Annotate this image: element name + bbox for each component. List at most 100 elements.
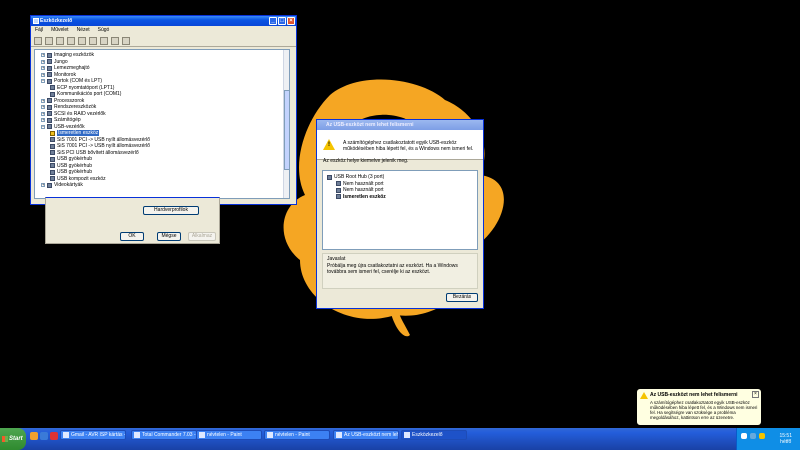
- hub-node[interactable]: Nem használt port: [336, 181, 384, 187]
- expand-icon[interactable]: +: [41, 66, 45, 70]
- tree-node[interactable]: + Videokártyák: [41, 182, 83, 188]
- taskbar-button-label: Eszközkezelő: [412, 432, 443, 438]
- taskbar-button-label: névtelen - Paint: [275, 432, 310, 438]
- expand-icon[interactable]: +: [41, 111, 45, 116]
- properties-icon[interactable]: [67, 37, 75, 45]
- device-icon: [47, 111, 52, 116]
- usb-dialog-titlebar[interactable]: Az USB-eszközt nem lehet felismerni: [317, 120, 483, 130]
- menu-action[interactable]: Művelet: [51, 26, 69, 35]
- tree-node[interactable]: ECP nyomtatóport (LPT1): [50, 85, 114, 91]
- back-icon[interactable]: [34, 37, 42, 45]
- scan-icon[interactable]: [100, 37, 108, 45]
- expand-icon[interactable]: +: [41, 72, 45, 77]
- hub-node[interactable]: USB Root Hub (3 port): [327, 174, 384, 180]
- dialog-subtext: Az eszköz helye kiemelve jelenik meg.: [323, 158, 409, 164]
- network-icon[interactable]: [741, 433, 747, 439]
- menu-view[interactable]: Nézet: [77, 26, 90, 35]
- balloon-close-button[interactable]: ×: [752, 391, 759, 398]
- hub-node[interactable]: Nem használt port: [336, 187, 384, 193]
- quicklaunch-app-icon[interactable]: [50, 432, 58, 440]
- tree-node[interactable]: USB gyökérhub: [50, 163, 92, 169]
- taskbar-button[interactable]: Az USB-eszközt nem lehe...: [333, 430, 399, 440]
- collapse-icon[interactable]: −: [41, 124, 45, 129]
- start-button[interactable]: Start: [0, 428, 26, 450]
- expand-icon[interactable]: +: [41, 118, 45, 122]
- remove-icon[interactable]: [122, 37, 130, 45]
- tree-node-label: USB gyökérhub: [57, 162, 93, 169]
- device-icon: [47, 59, 52, 64]
- help-icon[interactable]: [89, 37, 97, 45]
- print-icon[interactable]: [78, 37, 86, 45]
- view-icon[interactable]: [56, 37, 64, 45]
- task-app-icon: [63, 432, 69, 438]
- taskbar-button[interactable]: névtelen - Paint: [196, 430, 262, 440]
- taskbar-button[interactable]: Total Commander 7.03 - ...: [131, 430, 197, 440]
- maximize-button[interactable]: □: [278, 17, 286, 25]
- suggestion-title: Javaslat: [327, 256, 346, 262]
- apply-button[interactable]: Alkalmaz: [188, 232, 216, 241]
- tree-node[interactable]: USB gyökérhub: [50, 156, 92, 162]
- expand-icon[interactable]: +: [41, 183, 45, 187]
- tree-node[interactable]: USB kompozit eszköz: [50, 176, 106, 182]
- tree-node[interactable]: SiS 7001 PCI -> USB nyílt állomásvezérlő: [50, 137, 150, 143]
- taskbar-button[interactable]: névtelen - Paint: [264, 430, 330, 440]
- update-icon[interactable]: [111, 37, 119, 45]
- expand-icon[interactable]: +: [41, 53, 45, 57]
- tree-node[interactable]: + Monitorok: [41, 72, 76, 78]
- usb-warning-tray-icon[interactable]: [759, 433, 765, 439]
- task-app-icon: [267, 432, 273, 438]
- tray-balloon[interactable]: Az USB-eszközt nem lehet felismerni A sz…: [636, 388, 762, 426]
- collapse-icon[interactable]: −: [41, 79, 45, 83]
- taskbar-button[interactable]: Eszközkezelő: [401, 430, 467, 440]
- tree-node[interactable]: + Processzorok: [41, 98, 84, 104]
- quicklaunch-ie-icon[interactable]: [40, 432, 48, 440]
- start-label: Start: [9, 436, 23, 442]
- device-icon: [50, 85, 55, 90]
- usb-error-dialog[interactable]: Az USB-eszközt nem lehet felismerni A sz…: [316, 119, 484, 309]
- device-tree[interactable]: + Imaging eszközök + Jungo + Lemezmeghajtó + Mo…: [34, 49, 290, 199]
- dialog-close-button[interactable]: Bezárás: [446, 293, 478, 302]
- tree-node[interactable]: USB gyökérhub: [50, 169, 92, 175]
- quicklaunch-firefox-icon[interactable]: [30, 432, 38, 440]
- forward-icon[interactable]: [45, 37, 53, 45]
- tree-node[interactable]: SiS 7001 PCI -> USB nyílt állomásvezérlő: [50, 143, 150, 149]
- cancel-button[interactable]: Mégse: [157, 232, 181, 241]
- tree-node[interactable]: − Portok (COM és LPT): [41, 78, 102, 84]
- tree-node[interactable]: + Lemezmeghajtó: [41, 65, 90, 71]
- tree-node[interactable]: + SCSI és RAID vezérlők: [41, 111, 106, 117]
- hub-node[interactable]: Ismeretlen eszköz: [336, 194, 386, 200]
- taskbar-button[interactable]: Gmail - AVR ISP kártás - ...: [60, 430, 126, 440]
- menu-help[interactable]: Súgó: [98, 26, 110, 35]
- tree-node[interactable]: − USB-vezérlők: [41, 124, 85, 130]
- tree-node[interactable]: Ismeretlen eszköz: [50, 130, 100, 136]
- expand-icon[interactable]: +: [41, 98, 45, 103]
- device-icon: [47, 104, 52, 110]
- hardware-profiles-button[interactable]: Hardverprofilok: [143, 206, 199, 215]
- balloon-warning-icon: [640, 392, 648, 399]
- device-manager-titlebar[interactable]: Eszközkezelő _ □ ×: [31, 16, 296, 26]
- tree-node[interactable]: SiS PCI USB bővített állomásvezérlő: [50, 150, 139, 156]
- minimize-button[interactable]: _: [269, 17, 277, 25]
- ok-button[interactable]: OK: [120, 232, 144, 241]
- expand-icon[interactable]: +: [41, 59, 45, 64]
- hub-node-label: Nem használt port: [343, 187, 384, 193]
- tree-scrollbar[interactable]: [283, 50, 289, 198]
- device-manager-window[interactable]: Eszközkezelő _ □ × Fájl Művelet Nézet Sú…: [30, 15, 297, 205]
- device-icon: [47, 52, 52, 58]
- usb-hub-tree[interactable]: USB Root Hub (3 port) Nem használt port Ne…: [322, 170, 478, 250]
- volume-icon[interactable]: [750, 433, 756, 439]
- tree-node[interactable]: Kommunikációs port (COM1): [50, 91, 121, 97]
- tree-node[interactable]: + Jungo: [41, 59, 68, 65]
- close-button[interactable]: ×: [287, 17, 295, 25]
- tree-node[interactable]: + Imaging eszközök: [41, 52, 94, 58]
- balloon-title: Az USB-eszközt nem lehet felismerni: [650, 392, 738, 398]
- tree-node[interactable]: + Számítógép: [41, 117, 81, 123]
- suggestion-group: Javaslat Próbálja meg újra csatlakoztatn…: [322, 253, 478, 289]
- system-tray: 15:51 hétfő: [736, 428, 800, 450]
- scrollbar-thumb[interactable]: [284, 90, 289, 170]
- menu-file[interactable]: Fájl: [35, 26, 43, 35]
- clock[interactable]: 15:51 hétfő: [779, 433, 792, 445]
- properties-dialog[interactable]: Hardverprofilok OK Mégse Alkalmaz: [45, 197, 220, 244]
- expand-icon[interactable]: +: [41, 105, 45, 109]
- tree-node[interactable]: + Rendszereszközök: [41, 104, 96, 110]
